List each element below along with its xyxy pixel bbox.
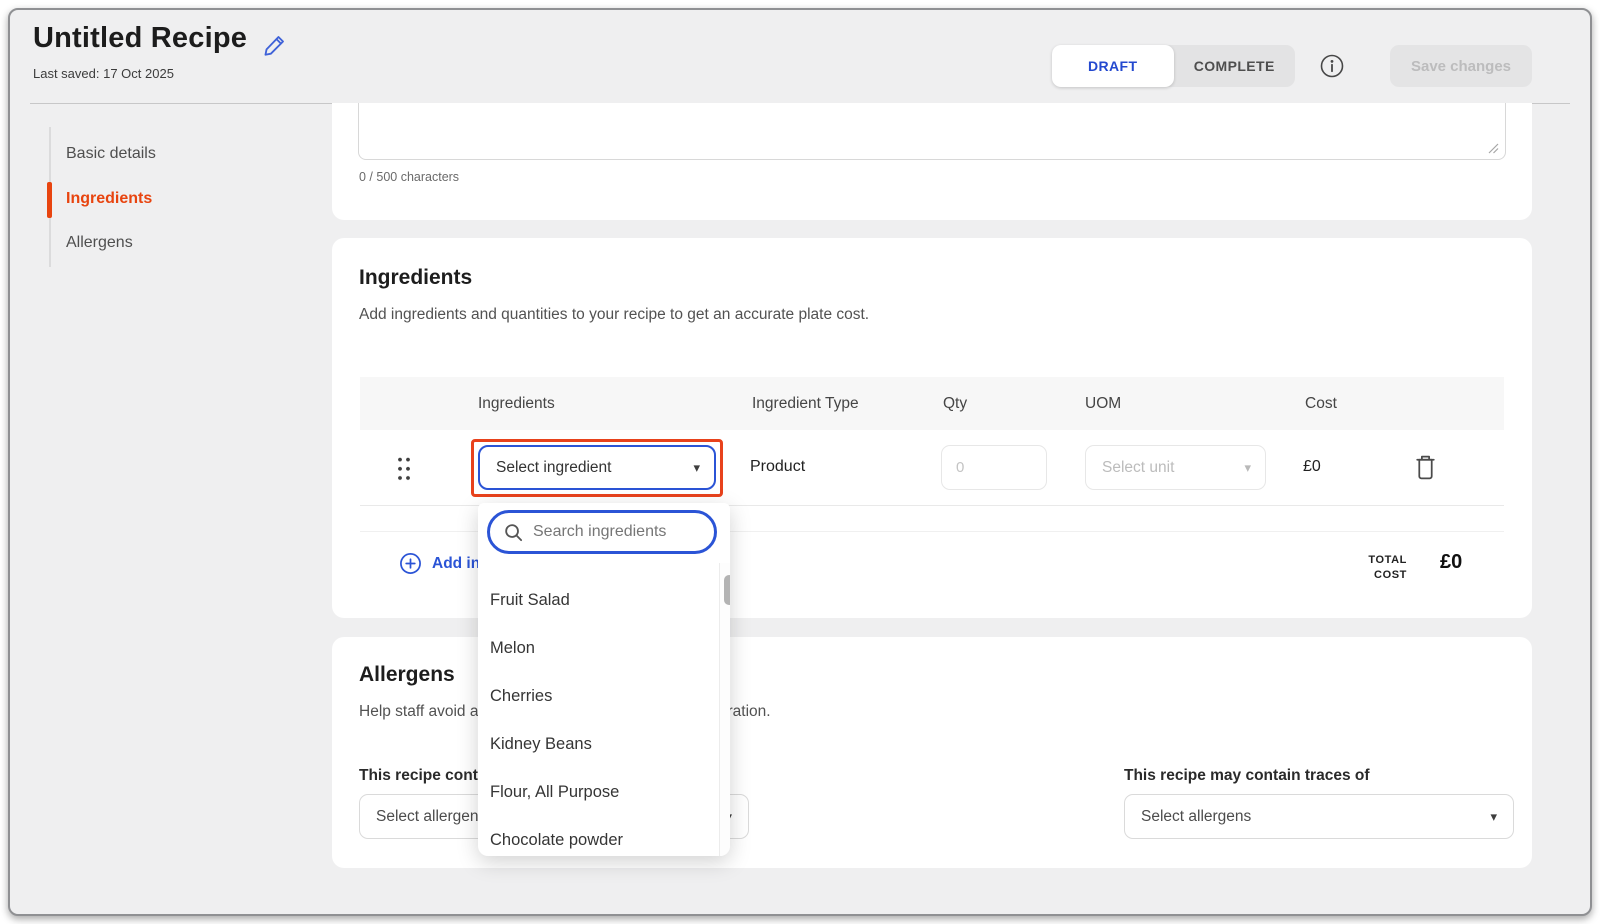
edit-title-icon[interactable] bbox=[262, 32, 288, 58]
uom-select-placeholder: Select unit bbox=[1102, 459, 1244, 477]
traces-label: This recipe may contain traces of bbox=[1124, 767, 1370, 785]
character-count: 0 / 500 characters bbox=[359, 170, 459, 184]
col-header-uom: UOM bbox=[1085, 395, 1121, 413]
search-icon bbox=[503, 522, 524, 543]
complete-toggle-button[interactable]: COMPLETE bbox=[1174, 45, 1296, 87]
save-changes-button[interactable]: Save changes bbox=[1390, 45, 1532, 87]
draft-toggle-button[interactable]: DRAFT bbox=[1052, 45, 1174, 87]
last-saved-text: Last saved: 17 Oct 2025 bbox=[33, 66, 174, 81]
ingredient-select-value: Select ingredient bbox=[496, 459, 693, 477]
ingredients-section-title: Ingredients bbox=[359, 266, 472, 290]
sidebar-item-basic-details[interactable]: Basic details bbox=[66, 145, 266, 167]
delete-row-icon[interactable] bbox=[1413, 453, 1438, 482]
ingredients-section-subtitle: Add ingredients and quantities to your r… bbox=[359, 306, 869, 324]
chevron-down-icon: ▾ bbox=[1490, 809, 1497, 825]
plus-circle-icon bbox=[399, 552, 422, 575]
total-cost-value: £0 bbox=[1440, 551, 1462, 574]
ingredient-dropdown-panel: Fruit Salad Melon Cherries Kidney Beans … bbox=[478, 503, 730, 856]
col-header-qty: Qty bbox=[943, 395, 967, 413]
description-textarea[interactable] bbox=[358, 103, 1506, 160]
dropdown-option-flour[interactable]: Flour, All Purpose bbox=[490, 783, 680, 802]
drag-handle[interactable] bbox=[396, 455, 411, 482]
qty-input[interactable] bbox=[941, 445, 1047, 490]
ingredient-search-box[interactable] bbox=[487, 510, 717, 554]
dropdown-option-chocolate-powder[interactable]: Chocolate powder bbox=[490, 831, 680, 850]
sidebar-item-allergens[interactable]: Allergens bbox=[66, 234, 266, 256]
total-cost-label: TOTAL COST bbox=[1337, 553, 1407, 583]
sidebar-item-ingredients[interactable]: Ingredients bbox=[66, 190, 266, 212]
dropdown-option-melon[interactable]: Melon bbox=[490, 639, 680, 658]
ingredient-type-value: Product bbox=[750, 458, 805, 476]
dropdown-scrollbar-thumb[interactable] bbox=[724, 575, 730, 605]
dropdown-scrollbar-track[interactable] bbox=[719, 563, 730, 856]
col-header-ingredient-type: Ingredient Type bbox=[752, 395, 859, 413]
traces-allergens-select[interactable]: Select allergens ▾ bbox=[1124, 794, 1514, 839]
chevron-down-icon: ▾ bbox=[693, 460, 700, 476]
col-header-cost: Cost bbox=[1305, 395, 1337, 413]
page-title: Untitled Recipe bbox=[33, 22, 247, 55]
ingredient-search-input[interactable] bbox=[533, 523, 693, 541]
info-icon[interactable] bbox=[1318, 52, 1346, 80]
resize-handle-icon[interactable] bbox=[1487, 142, 1499, 154]
basic-details-card: 0 / 500 characters bbox=[332, 103, 1532, 220]
chevron-down-icon: ▾ bbox=[1244, 460, 1251, 476]
status-toggle: DRAFT COMPLETE bbox=[1052, 45, 1295, 87]
uom-select[interactable]: Select unit ▾ bbox=[1085, 445, 1266, 490]
dropdown-option-kidney-beans[interactable]: Kidney Beans bbox=[490, 735, 680, 754]
dropdown-option-cherries[interactable]: Cherries bbox=[490, 687, 680, 706]
allergens-section-title: Allergens bbox=[359, 663, 455, 687]
col-header-ingredients: Ingredients bbox=[478, 395, 555, 413]
app-window: Untitled Recipe Last saved: 17 Oct 2025 … bbox=[8, 8, 1592, 916]
sidebar-active-indicator bbox=[47, 182, 52, 218]
traces-select-placeholder: Select allergens bbox=[1141, 808, 1490, 826]
ingredient-select[interactable]: Select ingredient ▾ bbox=[478, 445, 716, 490]
dropdown-option-fruit-salad[interactable]: Fruit Salad bbox=[490, 591, 680, 610]
table-header-row: Ingredients Ingredient Type Qty UOM Cost bbox=[360, 377, 1504, 430]
row-cost-value: £0 bbox=[1303, 458, 1321, 476]
